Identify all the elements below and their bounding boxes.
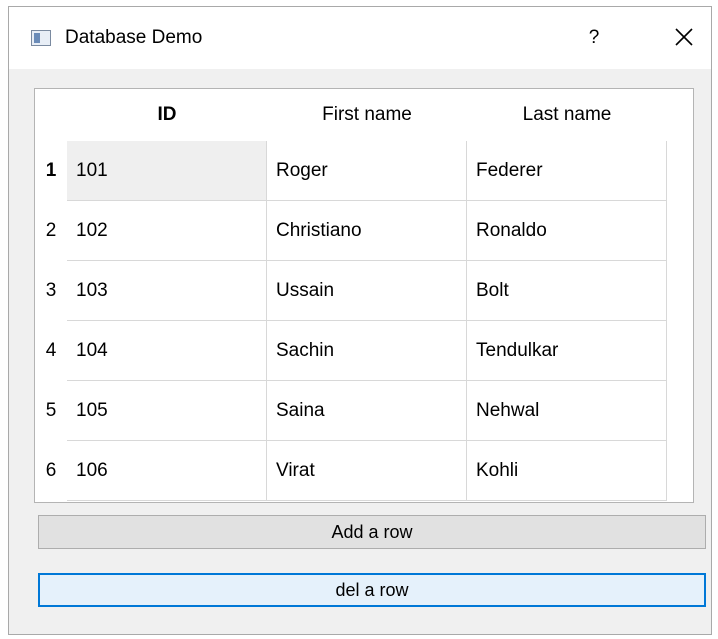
delete-row-button[interactable]: del a row xyxy=(38,573,706,607)
table-cell-id[interactable]: 103 xyxy=(67,261,267,321)
table-cell-last-name[interactable]: Ronaldo xyxy=(467,201,667,261)
table-cell-first-name[interactable]: Saina xyxy=(267,381,467,441)
row-header[interactable]: 1 xyxy=(35,141,67,201)
row-header[interactable]: 2 xyxy=(35,201,67,261)
table-cell-id[interactable]: 101 xyxy=(67,141,267,201)
column-header-id[interactable]: ID xyxy=(67,89,267,141)
close-icon xyxy=(675,28,693,46)
column-header-first-name[interactable]: First name xyxy=(267,89,467,141)
table-cell-first-name[interactable]: Sachin xyxy=(267,321,467,381)
table-cell-first-name[interactable]: Ussain xyxy=(267,261,467,321)
dialog-window: Database Demo ? ID First name Last name … xyxy=(8,6,712,635)
database-table[interactable]: ID First name Last name 1 2 3 4 5 6 101 … xyxy=(34,88,694,503)
close-button[interactable] xyxy=(669,22,699,52)
table-cell-id[interactable]: 104 xyxy=(67,321,267,381)
column-header-last-name[interactable]: Last name xyxy=(467,89,667,141)
title-bar: Database Demo ? xyxy=(9,7,711,69)
window-title: Database Demo xyxy=(65,27,203,48)
table-cell-first-name[interactable]: Virat xyxy=(267,441,467,501)
table-cell-first-name[interactable]: Christiano xyxy=(267,201,467,261)
app-window-icon xyxy=(31,30,51,46)
table-corner-button[interactable] xyxy=(35,89,67,141)
table-cell-id[interactable]: 106 xyxy=(67,441,267,501)
table-cell-id[interactable]: 102 xyxy=(67,201,267,261)
table-cell-last-name[interactable]: Kohli xyxy=(467,441,667,501)
table-cell-last-name[interactable]: Tendulkar xyxy=(467,321,667,381)
help-button[interactable]: ? xyxy=(579,23,609,53)
table-cell-last-name[interactable]: Bolt xyxy=(467,261,667,321)
row-header[interactable]: 6 xyxy=(35,441,67,501)
table-cell-last-name[interactable]: Nehwal xyxy=(467,381,667,441)
table-cell-id[interactable]: 105 xyxy=(67,381,267,441)
table-cell-first-name[interactable]: Roger xyxy=(267,141,467,201)
row-header[interactable]: 4 xyxy=(35,321,67,381)
table-cell-last-name[interactable]: Federer xyxy=(467,141,667,201)
row-header[interactable]: 5 xyxy=(35,381,67,441)
add-row-button[interactable]: Add a row xyxy=(38,515,706,549)
row-header[interactable]: 3 xyxy=(35,261,67,321)
